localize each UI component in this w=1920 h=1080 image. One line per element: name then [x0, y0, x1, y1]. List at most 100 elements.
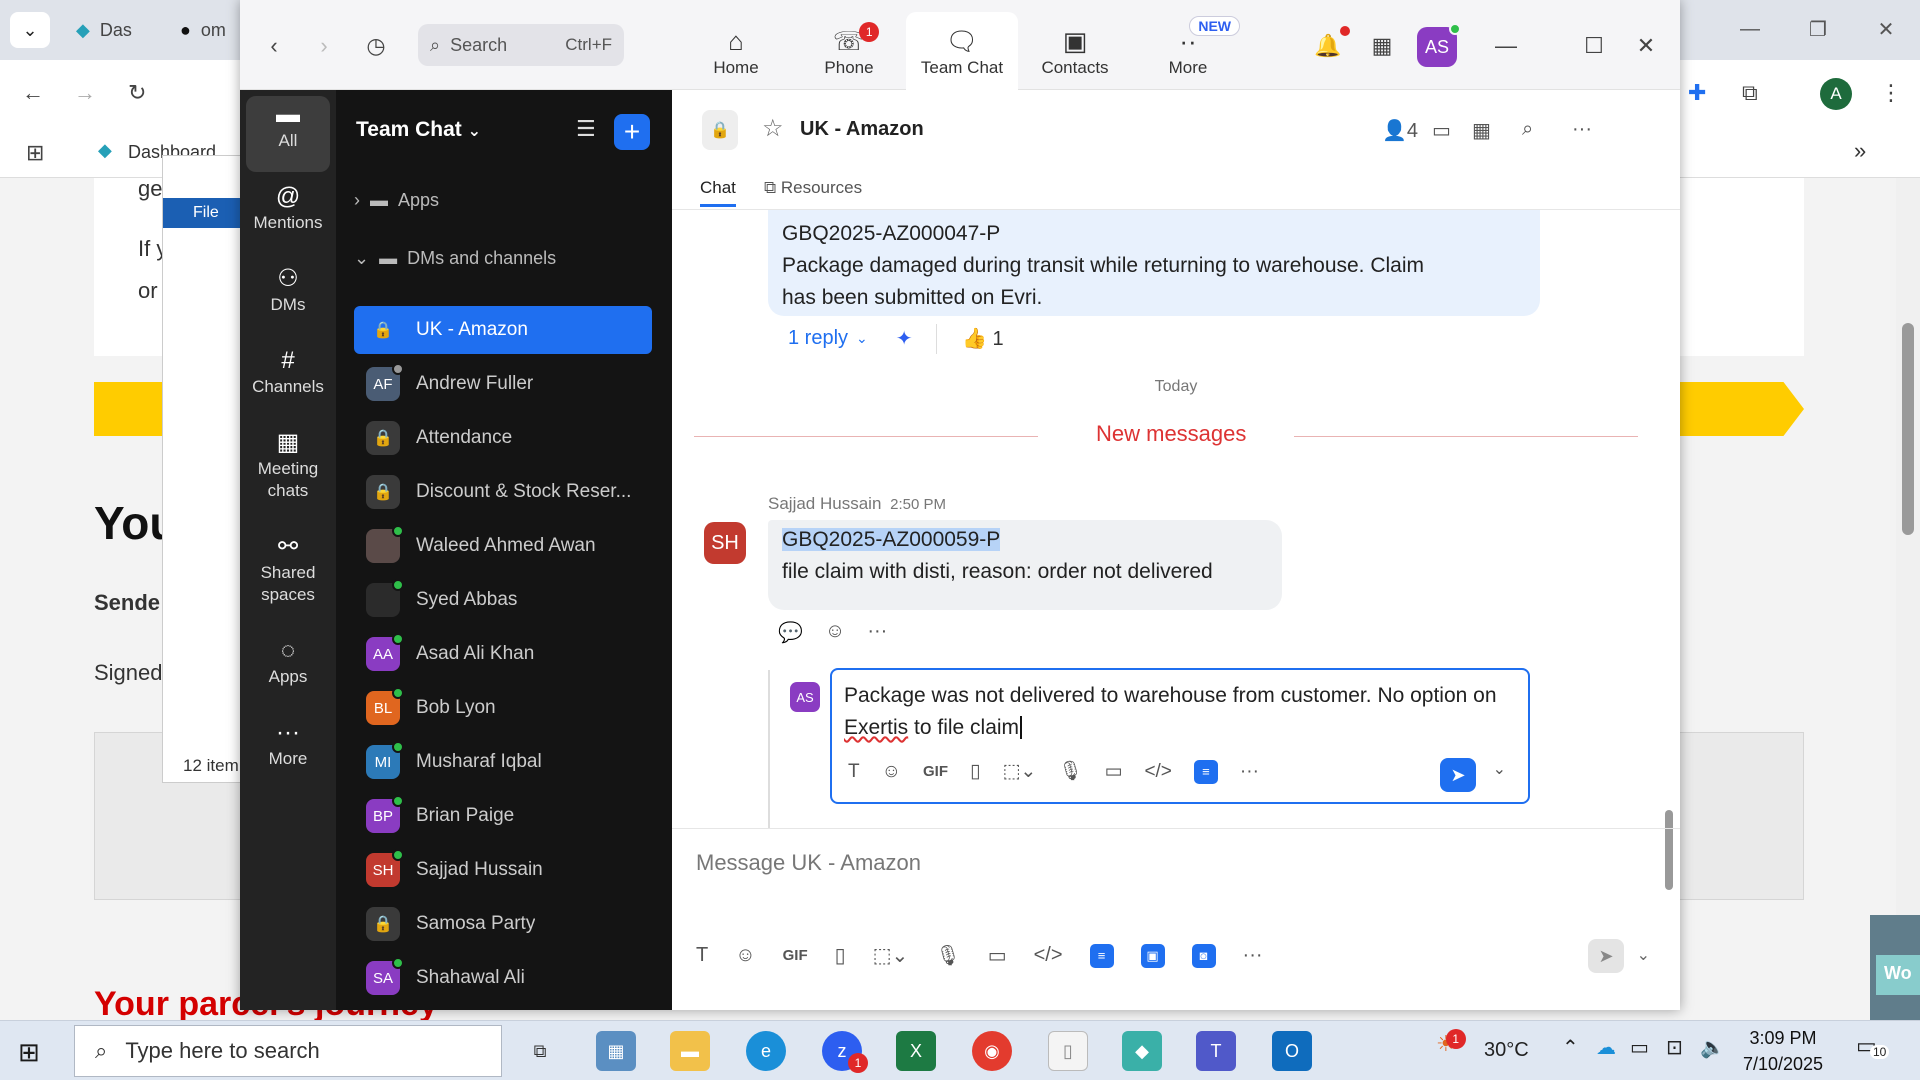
rail-item-all[interactable]: ▬ All — [246, 96, 330, 172]
video-icon[interactable]: ▭ — [1432, 118, 1451, 143]
document-app-icon[interactable]: ≡ — [1193, 760, 1218, 784]
network-icon[interactable]: ⊡ — [1666, 1035, 1683, 1060]
ellipsis-icon[interactable]: ··· — [1572, 118, 1592, 141]
channel-item[interactable]: AF Andrew Fuller — [354, 360, 652, 408]
tab-resources[interactable]: ⧉ Resources — [764, 178, 862, 198]
screenshot-icon[interactable]: ⬚⌄ — [873, 943, 909, 968]
search-input[interactable]: ⌕ Search Ctrl+F — [418, 24, 624, 66]
double-chevron-icon[interactable]: » — [1854, 138, 1866, 164]
page-scrollbar[interactable] — [1896, 178, 1920, 1020]
file-icon[interactable]: ▯ — [835, 943, 846, 968]
reply-thread-link[interactable]: 1 reply ⌄ ✦ — [788, 326, 913, 351]
clock[interactable]: 3:09 PM 7/10/2025 — [1728, 1025, 1838, 1077]
reaction-thumbs-up[interactable]: 👍 1 — [962, 326, 1004, 351]
chevron-down-icon[interactable]: ⌄ — [1637, 945, 1650, 965]
message-bubble[interactable]: GBQ2025-AZ000059-P file claim with disti… — [768, 520, 1282, 610]
text-format-icon[interactable]: T — [696, 944, 708, 967]
reply-editor[interactable]: Package was not delivered to warehouse f… — [830, 668, 1530, 804]
microphone-icon[interactable]: 🎙 — [935, 943, 960, 968]
forward-chevron-icon[interactable]: › — [306, 28, 342, 64]
microphone-icon[interactable]: 🎙 — [1058, 756, 1082, 788]
battery-icon[interactable]: ▭ — [1630, 1035, 1649, 1060]
video-message-icon[interactable]: ▭ — [988, 943, 1007, 968]
windows-start-icon[interactable]: ⊞ — [18, 1037, 40, 1068]
tab-phone[interactable]: ☏ 1 Phone — [793, 12, 905, 90]
rail-item-apps[interactable]: ◌ Apps — [246, 632, 330, 688]
weather-icon[interactable]: ☀ 1 — [1436, 1029, 1466, 1057]
chat-title[interactable]: UK - Amazon — [800, 118, 924, 141]
channel-item[interactable]: 🔒 UK - Amazon — [354, 306, 652, 354]
tray-chevron-icon[interactable]: ⌃ — [1562, 1035, 1579, 1060]
tab-contacts[interactable]: ▣ Contacts — [1019, 12, 1131, 90]
gif-icon[interactable]: GIF — [783, 947, 808, 964]
star-icon[interactable]: ☆ — [762, 114, 784, 143]
channel-list-title[interactable]: Team Chat ⌄ — [356, 118, 481, 142]
reload-icon[interactable]: ↻ — [128, 80, 146, 106]
close-icon[interactable]: ✕ — [1628, 28, 1664, 64]
whiteboard-app-icon[interactable]: ▣ — [1140, 943, 1165, 968]
volume-icon[interactable]: 🔈 — [1700, 1035, 1725, 1060]
file-explorer-icon[interactable]: ▬ — [670, 1031, 710, 1071]
ellipsis-icon[interactable]: ··· — [867, 620, 887, 645]
file-icon[interactable]: ▯ — [970, 756, 980, 788]
chevron-down-icon[interactable]: ⌄ — [1493, 754, 1506, 786]
tab-more[interactable]: ·· NEW More — [1132, 12, 1244, 90]
chat-scrollbar[interactable] — [1663, 210, 1675, 890]
document-app-icon[interactable]: ≡ — [1089, 943, 1114, 968]
add-button[interactable]: + — [614, 114, 650, 150]
minimize-icon[interactable]: — — [1488, 28, 1524, 64]
zoom-app-icon[interactable]: z1 — [822, 1031, 868, 1073]
channel-item[interactable]: Syed Abbas — [354, 576, 652, 624]
rail-item-shared-spaces[interactable]: ⚯ Shared spaces — [246, 528, 330, 606]
rail-item-mentions[interactable]: @ Mentions — [246, 178, 330, 234]
excel-icon[interactable]: X — [896, 1031, 936, 1071]
apps-grid-icon[interactable]: ⊞ — [26, 140, 44, 166]
history-icon[interactable]: ◷ — [358, 28, 394, 64]
rail-item-more[interactable]: ··· More — [246, 714, 330, 770]
tab-chat[interactable]: Chat — [700, 178, 736, 207]
kebab-menu-icon[interactable]: ⋮ — [1880, 80, 1902, 106]
extension-icon[interactable]: ✚ — [1688, 80, 1706, 106]
teams-icon[interactable]: T — [1196, 1031, 1236, 1071]
user-avatar[interactable]: AS — [1417, 23, 1461, 67]
channel-item[interactable]: BL Bob Lyon — [354, 684, 652, 732]
calculator-icon[interactable]: ▦ — [596, 1031, 636, 1071]
maximize-icon[interactable]: ☐ — [1576, 28, 1612, 64]
notes-app-icon[interactable]: ◙ — [1191, 943, 1216, 968]
bell-icon[interactable]: 🔔 — [1310, 26, 1350, 64]
channel-item[interactable]: MI Musharaf Iqbal — [354, 738, 652, 786]
chrome-icon[interactable]: ◉ — [972, 1031, 1012, 1071]
forward-arrow-icon[interactable]: → — [74, 80, 96, 106]
browser-tab[interactable]: ● om — [170, 10, 236, 50]
weather-temp[interactable]: 30°C — [1484, 1039, 1529, 1062]
video-message-icon[interactable]: ▭ — [1104, 756, 1122, 788]
search-icon[interactable]: ⌕ — [1522, 118, 1533, 141]
screenshot-icon[interactable]: ⬚⌄ — [1002, 756, 1036, 788]
calendar-icon[interactable]: ▦ — [1364, 28, 1400, 64]
ellipsis-icon[interactable]: ··· — [1243, 944, 1263, 967]
code-icon[interactable]: </> — [1034, 944, 1063, 967]
notepad-icon[interactable]: ▯ — [1048, 1031, 1088, 1071]
sparkle-icon[interactable]: ✦ — [896, 326, 913, 351]
emoji-icon[interactable]: ☺ — [735, 944, 755, 967]
rail-item-meeting-chats[interactable]: ▦ Meeting chats — [246, 424, 330, 502]
code-icon[interactable]: </> — [1144, 756, 1171, 788]
add-reaction-icon[interactable]: ☺ — [825, 620, 845, 645]
emoji-icon[interactable]: ☺ — [882, 756, 901, 788]
channel-item[interactable]: BP Brian Paige — [354, 792, 652, 840]
message-input[interactable] — [696, 841, 1596, 885]
file-tab[interactable]: File — [163, 198, 243, 228]
close-icon[interactable]: ✕ — [1852, 0, 1920, 58]
ellipsis-icon[interactable]: ··· — [1240, 756, 1259, 788]
reply-draft-text[interactable]: Package was not delivered to warehouse f… — [844, 680, 1516, 744]
avatar[interactable]: SH — [704, 522, 746, 564]
channel-item[interactable]: AA Asad Ali Khan — [354, 630, 652, 678]
reply-icon[interactable]: 💬 — [778, 620, 803, 645]
back-chevron-icon[interactable]: ‹ — [256, 28, 292, 64]
restore-icon[interactable]: ❐ — [1784, 0, 1852, 58]
tab-list-button[interactable]: ⌄ — [10, 12, 50, 48]
onedrive-icon[interactable]: ☁ — [1596, 1035, 1616, 1060]
profile-avatar[interactable]: A — [1820, 78, 1852, 110]
calendar-icon[interactable]: ▦ — [1472, 118, 1491, 143]
section-apps[interactable]: › ▬ Apps — [354, 190, 439, 211]
